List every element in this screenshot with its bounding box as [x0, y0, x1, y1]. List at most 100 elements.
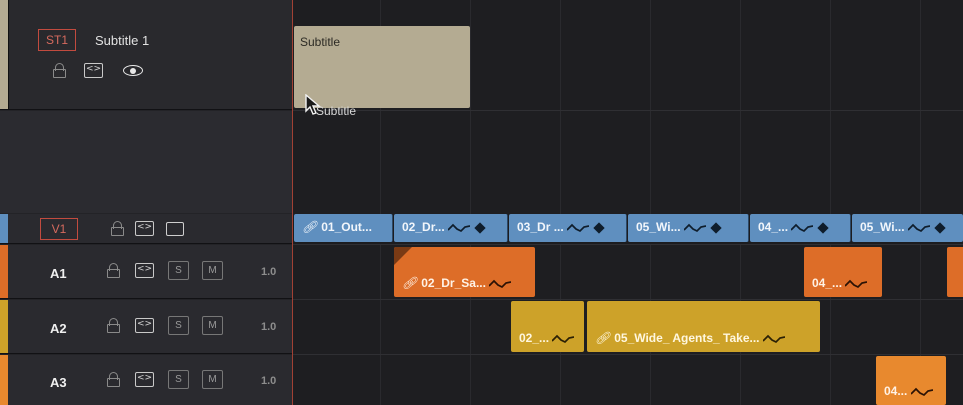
waveform-icon — [910, 387, 933, 396]
auto-select-icon[interactable]: <> — [135, 372, 154, 387]
audio-clip-label: 02_Dr_Sa... — [421, 276, 486, 290]
clip-content: 03_Dr ... — [517, 220, 605, 234]
grid-line — [920, 0, 921, 405]
mute-button[interactable]: M — [202, 316, 223, 335]
solo-button[interactable]: S — [168, 370, 189, 389]
clip-content: 🔗︎ 01_Out... — [302, 220, 372, 234]
audio-clip-label: 05_Wide_ Agents_ Take... — [614, 331, 760, 345]
auto-select-icon[interactable]: <> — [84, 63, 103, 78]
lock-icon[interactable] — [53, 63, 66, 78]
track-header-a2[interactable]: A2 <> S M 1.0 — [0, 300, 292, 354]
track-id-a3: A3 — [50, 375, 67, 390]
track-header-v1[interactable]: V1 <> — [0, 214, 292, 244]
keyframe-diamond-icon — [474, 222, 486, 234]
lock-icon[interactable] — [111, 221, 124, 236]
track-color-strip-subtitle — [0, 0, 8, 109]
audio-clip[interactable]: 🔗︎ 02_Dr_Sa... — [394, 247, 535, 297]
video-clip[interactable]: 05_Wi... — [628, 214, 749, 242]
track-color-strip-a1 — [0, 245, 8, 298]
waveform-icon — [845, 279, 868, 288]
keyframe-diamond-icon — [934, 222, 946, 234]
playhead[interactable] — [292, 0, 293, 405]
video-clip-label: 03_Dr ... — [517, 220, 564, 234]
clip-content: 04_... — [758, 220, 830, 234]
track-header-column: ST1 Subtitle 1 <> V1 <> A1 <> S M 1.0 A2… — [0, 0, 292, 405]
waveform-icon — [552, 334, 575, 343]
lock-icon[interactable] — [107, 372, 120, 387]
video-clip[interactable]: 🔗︎ 01_Out... — [294, 214, 393, 242]
auto-select-icon[interactable]: <> — [135, 318, 154, 333]
fade-handle[interactable] — [394, 247, 412, 265]
track-volume-a3: 1.0 — [261, 375, 277, 387]
audio-clip[interactable]: 🔗︎ 05_Wide_ Agents_ Take... — [587, 301, 820, 352]
mute-button[interactable]: M — [202, 370, 223, 389]
audio-clip[interactable]: 04_... — [804, 247, 882, 297]
audio-clip[interactable]: 04... — [876, 356, 946, 405]
solo-button[interactable]: S — [168, 261, 189, 280]
video-clip[interactable]: 03_Dr ... — [509, 214, 627, 242]
track-color-strip-a2 — [0, 300, 8, 353]
waveform-icon — [448, 223, 471, 232]
waveform-icon — [683, 223, 706, 232]
video-clip[interactable]: 02_Dr... — [394, 214, 508, 242]
grid-line — [470, 0, 471, 405]
video-clip[interactable]: 05_Wi... — [852, 214, 963, 242]
waveform-icon — [907, 223, 930, 232]
audio-clip-label: 04_... — [812, 276, 843, 290]
audio-clip[interactable]: 02_... — [511, 301, 584, 352]
keyframe-diamond-icon — [593, 222, 605, 234]
video-clip-label: 01_Out... — [321, 220, 372, 234]
track-volume-a2: 1.0 — [261, 321, 277, 333]
waveform-icon — [762, 334, 785, 343]
video-clip[interactable]: 04_... — [750, 214, 851, 242]
track-header-a3[interactable]: A3 <> S M 1.0 — [0, 355, 292, 405]
timeline-area[interactable]: Subtitle 🔗︎ 01_Out... 02_Dr... 03_Dr ... … — [292, 0, 963, 405]
clip-content: 02_... — [519, 331, 575, 345]
waveform-icon — [489, 279, 512, 288]
track-name-st1[interactable]: Subtitle 1 — [95, 33, 149, 48]
track-color-strip-a3 — [0, 355, 8, 405]
clip-content: 04_... — [812, 276, 868, 290]
video-clip-label: 02_Dr... — [402, 220, 445, 234]
waveform-icon — [791, 223, 814, 232]
mute-button[interactable]: M — [202, 261, 223, 280]
clip-content: 05_Wi... — [636, 220, 722, 234]
drag-ghost-label: Subtitle — [316, 104, 357, 118]
lane-divider — [292, 110, 963, 111]
solo-button[interactable]: S — [168, 316, 189, 335]
pointer-cursor-icon — [305, 94, 321, 115]
video-clip-label: 05_Wi... — [636, 220, 681, 234]
track-id-a1: A1 — [50, 266, 67, 281]
link-icon: 🔗︎ — [595, 331, 611, 345]
audio-clip[interactable] — [947, 247, 963, 297]
track-code-st1[interactable]: ST1 — [38, 29, 76, 51]
lane-divider — [292, 299, 963, 300]
lock-icon[interactable] — [107, 263, 120, 278]
audio-clip-label: 02_... — [519, 331, 550, 345]
lane-divider — [292, 354, 963, 355]
track-id-a2: A2 — [50, 321, 67, 336]
clip-content: 05_Wi... — [860, 220, 946, 234]
subtitle-clip-label: Subtitle — [300, 35, 341, 49]
track-color-strip-video — [0, 214, 8, 243]
keyframe-diamond-icon — [817, 222, 830, 234]
keyframe-diamond-icon — [710, 222, 722, 234]
clip-content: 🔗︎ 05_Wide_ Agents_ Take... — [595, 331, 785, 345]
auto-select-icon[interactable]: <> — [135, 263, 154, 278]
monitor-icon[interactable] — [166, 222, 184, 236]
clip-content: 02_Dr... — [402, 220, 486, 234]
waveform-icon — [567, 223, 590, 232]
eye-icon[interactable] — [123, 64, 143, 77]
auto-select-icon[interactable]: <> — [135, 221, 154, 236]
video-clip-label: 04_... — [758, 220, 789, 234]
track-header-a1[interactable]: A1 <> S M 1.0 — [0, 245, 292, 299]
link-icon: 🔗︎ — [402, 276, 418, 290]
lock-icon[interactable] — [107, 318, 120, 333]
track-code-v1[interactable]: V1 — [40, 218, 78, 240]
track-volume-a1: 1.0 — [261, 266, 277, 278]
empty-track-area — [0, 111, 292, 213]
clip-content: 04... — [884, 384, 933, 398]
track-header-st1[interactable]: ST1 Subtitle 1 <> — [0, 0, 292, 110]
lane-divider — [292, 244, 963, 245]
grid-line — [830, 0, 831, 405]
